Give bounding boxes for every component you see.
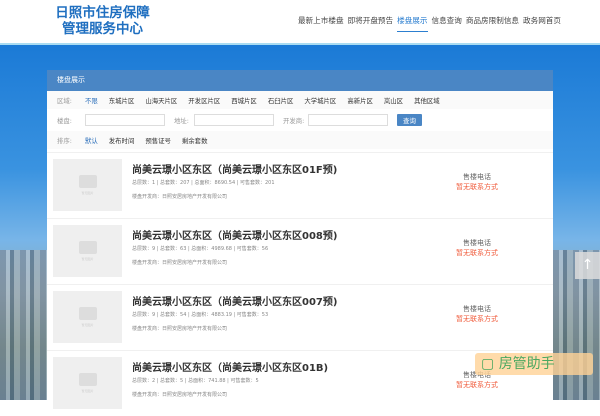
listing-title[interactable]: 尚美云璟小区东区（尚美云璟小区东区01F预) — [132, 161, 337, 176]
nav-item[interactable]: 信息查询 — [432, 15, 462, 32]
search-row: 楼盘: 地址: 开发商: 查询 — [47, 109, 553, 131]
placeholder-caption: 暂无图片 — [81, 323, 94, 327]
watermark-text: 房管助手 — [498, 356, 555, 372]
listing-panel: 楼盘展示 区域: 不限 东城片区 山海天片区 开发区片区 西城片区 石臼片区 大学城片区 高新… — [47, 70, 553, 409]
image-icon — [78, 241, 97, 254]
region-option[interactable]: 开发区片区 — [188, 96, 220, 105]
nav-item[interactable]: 楼盘展示 — [397, 15, 428, 32]
region-option[interactable]: 大学城片区 — [304, 96, 336, 105]
logo-line2: 管理服务中心 — [62, 21, 143, 37]
sort-option[interactable]: 预售证号 — [145, 136, 171, 145]
sales-phone-value: 暂无联系方式 — [456, 315, 498, 323]
listing-developer: 楼盘开发商：日照安居房地产开发有限公司 — [132, 194, 228, 200]
region-option[interactable]: 岚山区 — [384, 96, 403, 105]
placeholder-caption: 暂无图片 — [81, 389, 94, 393]
sort-option[interactable]: 默认 — [85, 136, 98, 145]
nav-item[interactable]: 政务网首页 — [523, 15, 561, 32]
city-image-left — [0, 250, 47, 400]
panel-title: 楼盘展示 — [47, 70, 553, 91]
building-label: 楼盘: — [57, 116, 72, 125]
developer-input[interactable] — [308, 114, 388, 126]
nav-item[interactable]: 即将开盘预告 — [348, 15, 394, 32]
listing-title[interactable]: 尚美云璟小区东区（尚美云璟小区东区008预) — [132, 227, 337, 242]
building-input[interactable] — [85, 114, 165, 126]
image-placeholder[interactable]: 暂无图片 — [53, 357, 122, 409]
region-option[interactable]: 山海天片区 — [145, 96, 177, 105]
sales-phone-value: 暂无联系方式 — [456, 381, 498, 389]
region-option[interactable]: 其他区域 — [414, 96, 440, 105]
placeholder-caption: 暂无图片 — [81, 257, 94, 261]
site-logo[interactable]: 日照市住房保障 管理服务中心 — [55, 5, 150, 37]
region-option[interactable]: 不限 — [85, 96, 98, 105]
watermark-logo: ▢ 房管助手 — [475, 353, 593, 375]
sales-phone-value: 暂无联系方式 — [456, 249, 498, 257]
region-option[interactable]: 西城片区 — [231, 96, 257, 105]
region-filter: 区域: 不限 东城片区 山海天片区 开发区片区 西城片区 石臼片区 大学城片区 高新片区 岚山区… — [47, 91, 553, 109]
sort-label: 排序: — [57, 136, 72, 145]
sales-phone-label: 售楼电话 — [463, 239, 491, 247]
listing-item[interactable]: 暂无图片 尚美云璟小区东区（尚美云璟小区东区007预) 总层数：9 | 总套数：… — [47, 284, 553, 350]
listing-stats: 总层数：9 | 总套数：54 | 总面积：4883.19 | 可售套数：53 — [132, 312, 269, 318]
nav-item[interactable]: 商品房限制信息 — [466, 15, 519, 32]
region-option[interactable]: 石臼片区 — [268, 96, 294, 105]
developer-label: 开发商: — [283, 116, 305, 125]
sort-options: 排序: 默认 发布时间 预售证号 剩余套数 — [47, 131, 553, 149]
region-label: 区域: — [57, 96, 72, 105]
region-option[interactable]: 东城片区 — [109, 96, 135, 105]
listing-developer: 楼盘开发商：日照安居房地产开发有限公司 — [132, 326, 228, 332]
sort-option[interactable]: 剩余套数 — [182, 136, 208, 145]
sales-phone-label: 售楼电话 — [463, 173, 491, 181]
search-button[interactable]: 查询 — [397, 114, 422, 126]
listing-item[interactable]: 暂无图片 尚美云璟小区东区（尚美云璟小区东区008预) 总层数：9 | 总套数：… — [47, 218, 553, 284]
image-icon — [78, 373, 97, 386]
placeholder-caption: 暂无图片 — [81, 191, 94, 195]
listing-stats: 总层数：1 | 总套数：207 | 总面积：8690.54 | 可售套数：201 — [132, 180, 275, 186]
main-nav: 最新上市楼盘 即将开盘预告 楼盘展示 信息查询 商品房限制信息 政务网首页 — [298, 15, 561, 32]
listing-developer: 楼盘开发商：日照安居房地产开发有限公司 — [132, 260, 228, 266]
sales-phone-label: 售楼电话 — [463, 305, 491, 313]
listing-developer: 楼盘开发商：日照安居房地产开发有限公司 — [132, 392, 228, 398]
image-icon — [78, 175, 97, 188]
sales-phone-value: 暂无联系方式 — [456, 183, 498, 191]
address-input[interactable] — [194, 114, 274, 126]
region-option[interactable]: 高新片区 — [347, 96, 373, 105]
listing-stats: 总层数：9 | 总套数：63 | 总面积：4989.68 | 可售套数：56 — [132, 246, 269, 252]
site-header: 日照市住房保障 管理服务中心 最新上市楼盘 即将开盘预告 楼盘展示 信息查询 商品房限制… — [0, 0, 600, 45]
nav-item[interactable]: 最新上市楼盘 — [298, 15, 344, 32]
image-placeholder[interactable]: 暂无图片 — [53, 159, 122, 211]
listing-title[interactable]: 尚美云璟小区东区（尚美云璟小区东区01B) — [132, 359, 328, 374]
image-placeholder[interactable]: 暂无图片 — [53, 225, 122, 277]
image-placeholder[interactable]: 暂无图片 — [53, 291, 122, 343]
arrow-up-icon: ↑ — [581, 257, 594, 273]
address-label: 地址: — [174, 116, 189, 125]
logo-line1: 日照市住房保障 — [55, 5, 150, 21]
listing-item[interactable]: 暂无图片 尚美云璟小区东区（尚美云璟小区东区01F预) 总层数：1 | 总套数：… — [47, 152, 553, 218]
listing-stats: 总层数：2 | 总套数：5 | 总面积：741.88 | 可售套数：5 — [132, 378, 259, 384]
sort-option[interactable]: 发布时间 — [109, 136, 135, 145]
listing-title[interactable]: 尚美云璟小区东区（尚美云璟小区东区007预) — [132, 293, 337, 308]
back-to-top-button[interactable]: ↑ — [575, 252, 600, 279]
image-icon — [78, 307, 97, 320]
